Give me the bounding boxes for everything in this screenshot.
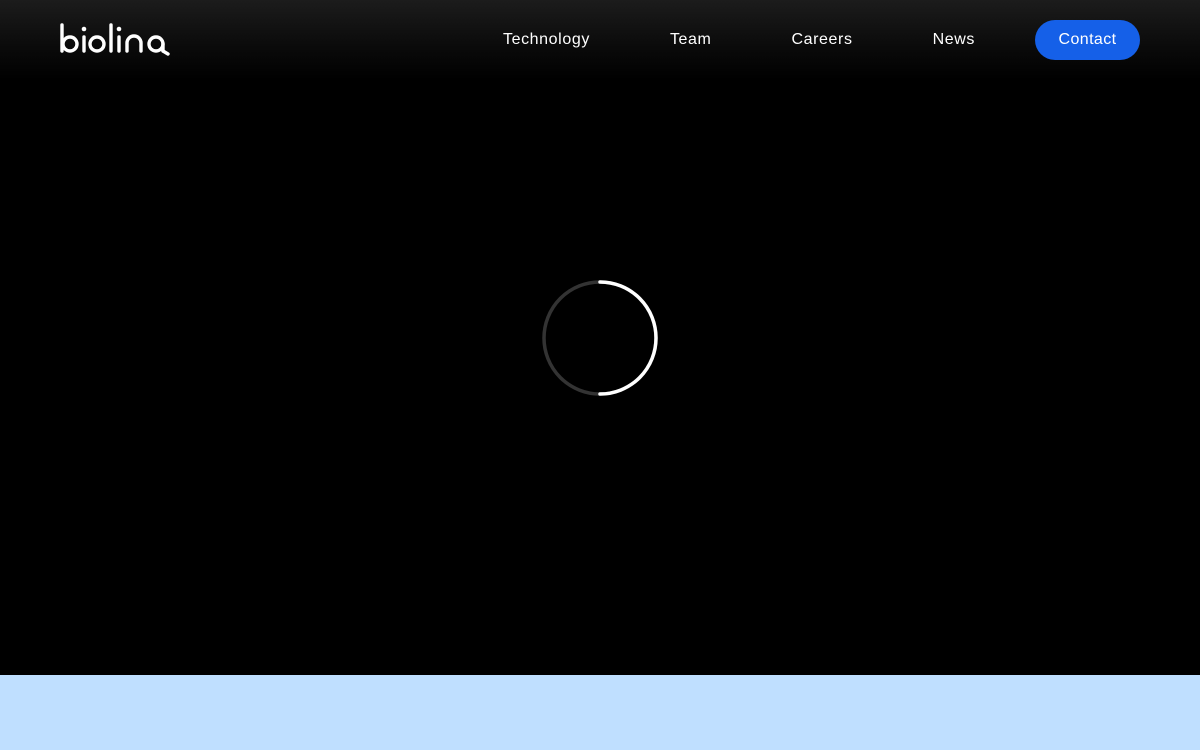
spinner-arc	[598, 280, 658, 396]
site-header: Technology Team Careers News Contact	[0, 0, 1200, 80]
main-nav: Technology Team Careers News Contact	[503, 20, 1140, 60]
page: Technology Team Careers News Contact	[0, 0, 1200, 750]
nav-link-careers[interactable]: Careers	[791, 20, 852, 60]
contact-button[interactable]: Contact	[1035, 20, 1140, 60]
loading-spinner-icon	[542, 280, 658, 396]
hero-section: Technology Team Careers News Contact	[0, 0, 1200, 675]
next-section-band	[0, 675, 1200, 750]
nav-link-technology[interactable]: Technology	[503, 20, 590, 60]
nav-link-news[interactable]: News	[933, 20, 975, 60]
nav-link-team[interactable]: Team	[670, 20, 712, 60]
bioling-logo[interactable]	[60, 22, 176, 58]
